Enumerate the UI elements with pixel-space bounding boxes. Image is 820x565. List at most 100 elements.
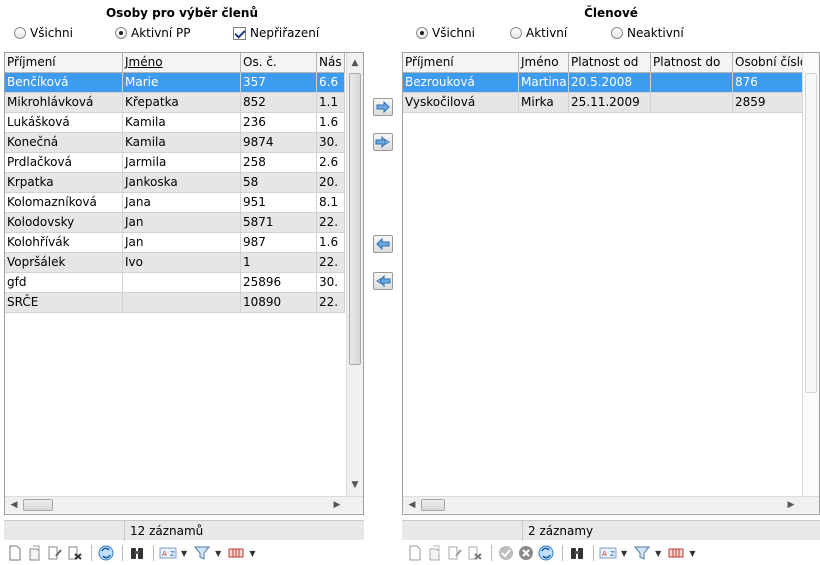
surname-cell: Kolodovsky <box>5 213 123 232</box>
right-horizontal-scrollbar[interactable]: ◀ ▶ <box>403 496 819 513</box>
left-vertical-scrollbar[interactable]: ▲ ▼ <box>346 53 363 496</box>
table-row[interactable]: Prdlačková Jarmila 258 2.6 <box>5 153 345 173</box>
edit-document-icon[interactable] <box>446 544 464 562</box>
available-persons-grid[interactable]: Příjmení Jméno Os. č. Nás Benčíková Marie… <box>4 52 364 515</box>
column-header-personal-number[interactable]: Osobní číslo <box>733 53 803 73</box>
left-status-bar: 12 záznamů <box>4 520 364 541</box>
filter-funnel-icon[interactable] <box>633 544 651 562</box>
members-filter-all-radio[interactable]: Všichni <box>416 24 475 42</box>
columns-icon[interactable] <box>667 544 685 562</box>
right-vertical-scrollbar[interactable] <box>802 53 819 496</box>
radio-on-icon <box>416 27 428 39</box>
members-grid[interactable]: Příjmení Jméno Platnost od Platnost do O… <box>402 52 820 515</box>
next-cell: 2.6 <box>317 153 345 172</box>
personal-no-cell: 1 <box>241 253 317 272</box>
valid-to-cell <box>651 93 733 112</box>
table-row[interactable]: Kolodovsky Jan 5871 22. <box>5 213 345 233</box>
left-record-count: 12 záznamů <box>130 524 204 538</box>
column-header-firstname[interactable]: Jméno <box>519 53 569 73</box>
scroll-left-icon[interactable]: ◀ <box>6 497 22 513</box>
refresh-icon[interactable] <box>537 544 555 562</box>
left-horizontal-scrollbar[interactable]: ◀ ▶ <box>5 496 363 513</box>
members-filter-inactive-radio[interactable]: Neaktivní <box>611 24 684 42</box>
move-all-right-button[interactable] <box>373 133 393 151</box>
column-header-valid-to[interactable]: Platnost do <box>651 53 733 73</box>
cancel-x-icon[interactable] <box>517 544 535 562</box>
double-arrow-left-icon <box>376 275 391 287</box>
scroll-left-icon[interactable]: ◀ <box>404 497 420 513</box>
columns-dropdown-chevron-down-icon[interactable]: ▼ <box>689 549 695 558</box>
radio-off-icon <box>611 27 623 39</box>
delete-document-icon[interactable] <box>466 544 484 562</box>
table-row[interactable]: Vyskočilová Mirka 25.11.2009 2859 <box>403 93 803 113</box>
left-horizontal-scroll-thumb[interactable] <box>23 499 53 511</box>
scroll-right-icon[interactable]: ▶ <box>329 497 345 513</box>
filter-dropdown-chevron-down-icon[interactable]: ▼ <box>215 549 221 558</box>
columns-icon[interactable] <box>227 544 245 562</box>
filter-funnel-icon[interactable] <box>193 544 211 562</box>
valid-from-cell: 25.11.2009 <box>569 93 651 112</box>
copy-document-icon[interactable] <box>26 544 44 562</box>
next-cell: 8.1 <box>317 193 345 212</box>
find-binoculars-icon[interactable] <box>568 544 586 562</box>
table-row[interactable]: Mikrohlávková Křepatka 852 1.1 <box>5 93 345 113</box>
column-header-surname[interactable]: Příjmení <box>5 53 123 73</box>
column-header-firstname[interactable]: Jméno <box>123 53 241 73</box>
sort-dropdown-chevron-down-icon[interactable]: ▼ <box>181 549 187 558</box>
new-document-icon[interactable] <box>406 544 424 562</box>
table-row[interactable]: gfd 25896 30. <box>5 273 345 293</box>
firstname-cell <box>123 293 241 312</box>
edit-document-icon[interactable] <box>46 544 64 562</box>
next-cell: 1.1 <box>317 93 345 112</box>
firstname-cell: Mirka <box>519 93 569 112</box>
svg-text:A: A <box>602 550 607 558</box>
members-filter-active-radio[interactable]: Aktivní <box>510 24 567 42</box>
firstname-cell: Jankoska <box>123 173 241 192</box>
filter-all-radio[interactable]: Všichni <box>14 24 73 42</box>
firstname-cell: Marie <box>123 73 241 92</box>
filter-dropdown-chevron-down-icon[interactable]: ▼ <box>655 549 661 558</box>
table-row[interactable]: Lukášková Kamila 236 1.6 <box>5 113 345 133</box>
members-filter-inactive-label: Neaktivní <box>627 26 684 40</box>
grid-header: Příjmení Jméno Platnost od Platnost do O… <box>403 53 803 73</box>
personal-no-cell: 5871 <box>241 213 317 232</box>
refresh-icon[interactable] <box>97 544 115 562</box>
columns-dropdown-chevron-down-icon[interactable]: ▼ <box>249 549 255 558</box>
confirm-check-icon[interactable] <box>497 544 515 562</box>
move-right-button[interactable] <box>373 98 393 116</box>
personal-no-cell: 25896 <box>241 273 317 292</box>
table-row[interactable]: SRČE 10890 22. <box>5 293 345 313</box>
right-horizontal-scroll-thumb[interactable] <box>421 499 445 511</box>
scroll-right-icon[interactable]: ▶ <box>783 497 799 513</box>
move-left-button[interactable] <box>373 235 393 253</box>
column-header-surname[interactable]: Příjmení <box>403 53 519 73</box>
table-row[interactable]: Konečná Kamila 9874 30. <box>5 133 345 153</box>
table-row[interactable]: Bezrouková Martina 20.5.2008 876 <box>403 73 803 93</box>
scroll-down-icon[interactable]: ▼ <box>347 477 363 493</box>
new-document-icon[interactable] <box>6 544 24 562</box>
surname-cell: Kolomazníková <box>5 193 123 212</box>
right-vertical-scroll-thumb[interactable] <box>805 73 817 393</box>
column-header-next[interactable]: Nás <box>317 53 345 73</box>
move-all-left-button[interactable] <box>373 272 393 290</box>
left-vertical-scroll-thumb[interactable] <box>349 73 361 365</box>
sort-az-icon[interactable]: AZ <box>159 544 177 562</box>
filter-active-pp-radio[interactable]: Aktivní PP <box>115 24 191 42</box>
personal-no-cell: 852 <box>241 93 317 112</box>
column-header-personal-no[interactable]: Os. č. <box>241 53 317 73</box>
table-row[interactable]: Kolomazníková Jana 951 8.1 <box>5 193 345 213</box>
filter-unassigned-checkbox[interactable]: Nepřiřazení <box>233 24 319 42</box>
sort-dropdown-chevron-down-icon[interactable]: ▼ <box>621 549 627 558</box>
table-row[interactable]: Vopršálek Ivo 1 22. <box>5 253 345 273</box>
table-row[interactable]: Krpatka Jankoska 58 20. <box>5 173 345 193</box>
radio-off-icon <box>14 27 26 39</box>
personal-no-cell: 9874 <box>241 133 317 152</box>
table-row[interactable]: Benčíková Marie 357 6.6 <box>5 73 345 93</box>
table-row[interactable]: Kolohřívák Jan 987 1.6 <box>5 233 345 253</box>
copy-document-icon[interactable] <box>426 544 444 562</box>
sort-az-icon[interactable]: AZ <box>599 544 617 562</box>
find-binoculars-icon[interactable] <box>128 544 146 562</box>
scroll-up-icon[interactable]: ▲ <box>347 55 363 71</box>
delete-document-icon[interactable] <box>66 544 84 562</box>
column-header-valid-from[interactable]: Platnost od <box>569 53 651 73</box>
